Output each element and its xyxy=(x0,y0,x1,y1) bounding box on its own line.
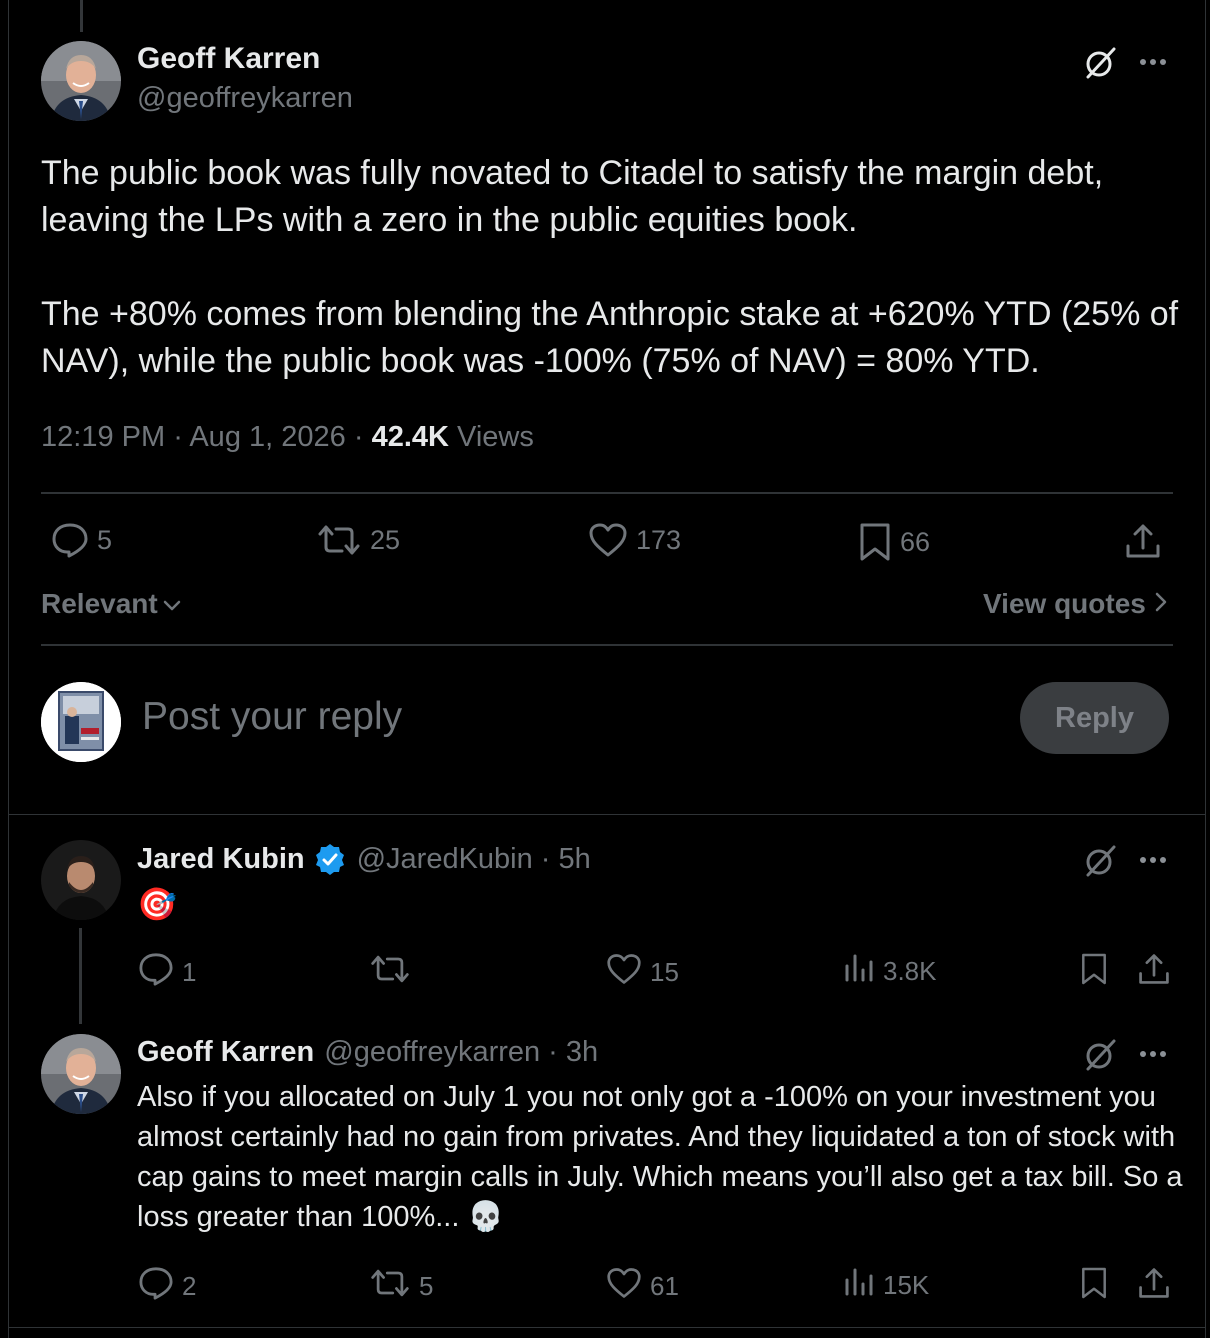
chevron-right-icon xyxy=(1154,588,1168,620)
views-label: Views xyxy=(457,421,534,453)
repost-action[interactable] xyxy=(369,952,419,993)
meta-separator: · xyxy=(353,421,364,453)
views-action[interactable]: 15K xyxy=(843,1266,929,1305)
tweet-paragraph: The public book was fully novated to Cit… xyxy=(41,154,1104,239)
repost-count: 25 xyxy=(370,524,401,555)
more-options-icon[interactable] xyxy=(1140,57,1170,67)
reply-count: 2 xyxy=(182,1271,197,1301)
reply-icon xyxy=(51,522,89,558)
reply-count: 1 xyxy=(182,957,197,987)
current-user-avatar[interactable] xyxy=(41,682,121,762)
view-quotes-label: View quotes xyxy=(983,588,1146,619)
share-icon xyxy=(1137,952,1171,993)
bookmark-icon xyxy=(858,522,892,562)
tweet-date[interactable]: Aug 1, 2026 xyxy=(189,421,345,453)
grok-icon[interactable] xyxy=(1083,844,1117,878)
bookmark-count: 66 xyxy=(900,526,931,557)
view-quotes-link[interactable]: View quotes xyxy=(983,588,1168,620)
repost-action[interactable]: 5 xyxy=(369,1266,433,1307)
author-name[interactable]: Geoff Karren xyxy=(137,1036,314,1069)
bookmark-icon xyxy=(1080,1266,1108,1307)
grok-icon[interactable] xyxy=(1083,46,1117,80)
reply-input[interactable] xyxy=(142,695,842,739)
views-count: 15K xyxy=(883,1270,930,1300)
reply-action[interactable]: 1 xyxy=(138,952,196,993)
thread-connector-line xyxy=(80,0,83,32)
reply-button[interactable]: Reply xyxy=(1020,682,1169,754)
repost-icon xyxy=(369,1266,411,1307)
chevron-down-icon xyxy=(162,588,182,620)
repost-icon xyxy=(369,952,411,993)
share-action[interactable] xyxy=(1137,1266,1171,1307)
reply-header: Jared Kubin @JaredKubin · 5h xyxy=(137,842,591,876)
repost-action[interactable]: 25 xyxy=(316,522,400,558)
author-handle[interactable]: @JaredKubin xyxy=(357,843,533,876)
divider xyxy=(8,814,1206,815)
more-options-icon[interactable] xyxy=(1140,1049,1170,1059)
author-avatar[interactable] xyxy=(41,840,121,920)
verified-badge-icon xyxy=(313,842,347,876)
bookmark-action[interactable]: 66 xyxy=(858,522,930,562)
analytics-icon xyxy=(843,1266,875,1305)
frame-border-right xyxy=(1205,0,1206,1338)
views-action[interactable]: 3.8K xyxy=(843,952,937,991)
heart-icon xyxy=(606,952,642,993)
reply-action[interactable]: 2 xyxy=(138,1266,196,1307)
analytics-icon xyxy=(843,952,875,991)
sort-label: Relevant xyxy=(41,588,158,619)
heart-icon xyxy=(606,1266,642,1307)
tweet-meta: 12:19 PM · Aug 1, 2026 · 42.4K Views xyxy=(41,421,534,454)
divider xyxy=(41,492,1173,494)
like-action[interactable]: 173 xyxy=(588,522,681,558)
more-options-icon[interactable] xyxy=(1140,855,1170,865)
like-count: 15 xyxy=(650,957,679,987)
like-action[interactable]: 15 xyxy=(606,952,679,993)
meta-separator: · xyxy=(173,421,183,453)
reply-count: 5 xyxy=(97,524,113,555)
author-name[interactable]: Jared Kubin xyxy=(137,843,305,876)
like-count: 173 xyxy=(636,524,682,555)
share-action[interactable] xyxy=(1124,522,1162,560)
divider xyxy=(8,1327,1206,1328)
reply-text: Also if you allocated on July 1 you not … xyxy=(137,1081,1183,1233)
share-action[interactable] xyxy=(1137,952,1171,993)
reply-action[interactable]: 5 xyxy=(51,522,112,558)
bookmark-icon xyxy=(1080,952,1108,993)
reply-text: 🎯 xyxy=(137,886,177,922)
author-handle[interactable]: @geoffreykarren xyxy=(137,82,353,115)
repost-icon xyxy=(316,522,362,558)
bookmark-action[interactable] xyxy=(1080,1266,1108,1307)
like-action[interactable]: 61 xyxy=(606,1266,679,1307)
repost-count: 5 xyxy=(419,1271,434,1301)
like-count: 61 xyxy=(650,1271,679,1301)
views-count[interactable]: 42.4K xyxy=(372,421,449,453)
author-avatar[interactable] xyxy=(41,1034,121,1114)
grok-icon[interactable] xyxy=(1083,1038,1117,1072)
reply-header: Geoff Karren @geoffreykarren · 3h xyxy=(137,1036,598,1069)
divider xyxy=(41,644,1173,646)
tweet-paragraph: The +80% comes from blending the Anthrop… xyxy=(41,295,1179,380)
reply-time[interactable]: · 3h xyxy=(548,1036,598,1069)
author-avatar[interactable] xyxy=(41,41,121,121)
bookmark-action[interactable] xyxy=(1080,952,1108,993)
author-handle[interactable]: @geoffreykarren xyxy=(324,1036,540,1069)
author-name[interactable]: Geoff Karren xyxy=(137,42,320,76)
share-icon xyxy=(1137,1266,1171,1307)
thread-connector-line xyxy=(79,928,82,1024)
share-icon xyxy=(1124,522,1162,560)
reply-icon xyxy=(138,1266,174,1307)
reply-icon xyxy=(138,952,174,993)
tweet-text: The public book was fully novated to Cit… xyxy=(41,150,1181,385)
heart-icon xyxy=(588,522,628,558)
reply-time[interactable]: · 5h xyxy=(541,843,591,876)
views-count: 3.8K xyxy=(883,956,937,986)
sort-dropdown[interactable]: Relevant xyxy=(41,588,182,620)
tweet-time[interactable]: 12:19 PM xyxy=(41,421,165,453)
frame-border-left xyxy=(8,0,9,1338)
